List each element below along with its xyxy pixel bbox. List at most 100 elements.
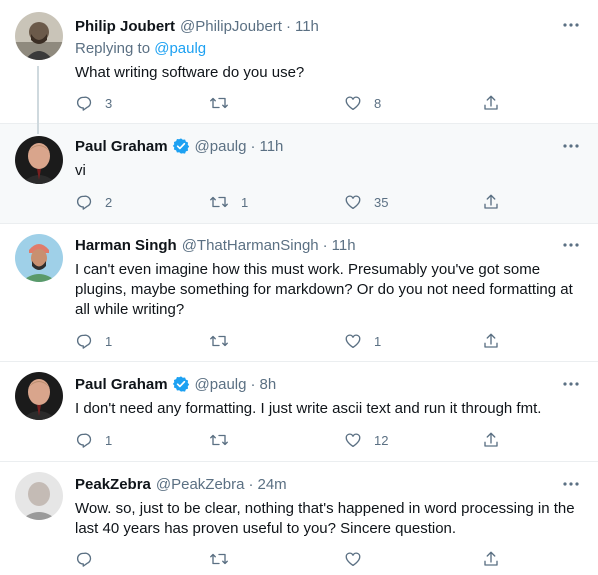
author-name[interactable]: PeakZebra — [75, 476, 151, 493]
author-handle[interactable]: @paulg — [195, 138, 247, 155]
separator-dot: · — [250, 375, 256, 393]
more-icon — [563, 144, 579, 148]
thread-connector-line — [37, 66, 39, 124]
author-name[interactable]: Harman Singh — [75, 237, 177, 254]
author-name[interactable]: Paul Graham — [75, 376, 168, 393]
more-icon — [563, 243, 579, 247]
author-name[interactable]: Philip Joubert — [75, 18, 175, 35]
author-handle[interactable]: @PhilipJoubert — [180, 18, 282, 35]
reply-icon — [77, 334, 92, 349]
verified-badge-icon — [172, 137, 190, 155]
timestamp[interactable]: 24m — [258, 476, 287, 493]
retweet-button[interactable] — [209, 93, 241, 113]
tweet-actions: 1 12 — [75, 430, 498, 450]
tweet[interactable]: Harman Singh @ThatHarmanSingh · 11h I ca… — [0, 224, 598, 362]
reply-icon — [77, 195, 92, 210]
reply-count: 1 — [105, 333, 113, 349]
like-button[interactable]: 12 — [344, 430, 388, 450]
share-icon — [484, 432, 498, 447]
reply-button[interactable]: 3 — [75, 93, 112, 113]
share-button[interactable] — [482, 192, 500, 212]
tweet[interactable]: Paul Graham @paulg · 8h I don't need any… — [0, 362, 598, 462]
heart-icon — [345, 334, 361, 349]
timestamp[interactable]: 11h — [295, 18, 319, 35]
retweet-button[interactable] — [209, 549, 241, 569]
heart-icon — [345, 552, 361, 567]
conversation-thread: Philip Joubert @PhilipJoubert · 11h Repl… — [0, 0, 598, 575]
verified-badge-icon — [172, 375, 190, 393]
replying-to-handle-link[interactable]: @paulg — [154, 40, 206, 57]
timestamp[interactable]: 11h — [259, 138, 283, 155]
more-icon — [563, 382, 579, 386]
share-button[interactable] — [482, 549, 500, 569]
more-icon — [563, 23, 579, 27]
retweet-icon — [210, 434, 228, 446]
tweet-text: vi — [75, 162, 86, 179]
retweet-icon — [210, 335, 228, 347]
like-count: 12 — [374, 432, 389, 448]
more-options-button[interactable] — [562, 238, 580, 252]
author-handle[interactable]: @ThatHarmanSingh — [182, 237, 319, 254]
author-name[interactable]: Paul Graham — [75, 138, 168, 155]
retweet-count: 1 — [241, 194, 249, 210]
retweet-button[interactable]: 1 — [209, 192, 248, 212]
more-options-button[interactable] — [562, 377, 580, 391]
like-count: 35 — [374, 194, 389, 210]
like-count: 1 — [374, 333, 382, 349]
tweet-header: Paul Graham @paulg · 11h — [75, 136, 283, 156]
reply-count: 1 — [105, 432, 113, 448]
share-button[interactable] — [482, 93, 500, 113]
author-handle[interactable]: @PeakZebra — [156, 476, 245, 493]
tweet-actions: 2 1 35 — [75, 192, 498, 212]
avatar[interactable] — [15, 372, 63, 420]
tweet-actions: 3 8 — [75, 93, 498, 113]
replying-to-label: Replying to — [75, 40, 155, 57]
retweet-icon — [210, 196, 228, 208]
tweet-header: Philip Joubert @PhilipJoubert · 11h — [75, 16, 319, 36]
tweet-text: Wow. so, just to be clear, nothing that'… — [75, 500, 575, 537]
tweet[interactable]: PeakZebra @PeakZebra · 24m Wow. so, just… — [0, 462, 598, 575]
reply-button[interactable]: 1 — [75, 331, 112, 351]
like-button[interactable]: 8 — [344, 93, 381, 113]
thread-connector-line — [37, 124, 39, 134]
separator-dot: · — [248, 475, 254, 493]
heart-icon — [345, 433, 361, 448]
share-button[interactable] — [482, 430, 500, 450]
more-options-button[interactable] — [562, 477, 580, 491]
author-handle[interactable]: @paulg — [195, 376, 247, 393]
retweet-icon — [210, 97, 228, 109]
tweet-text: What writing software do you use? — [75, 64, 305, 81]
avatar[interactable] — [15, 472, 63, 520]
avatar[interactable] — [15, 136, 63, 184]
replying-to-line: Replying to @paulg — [75, 40, 206, 57]
separator-dot: · — [322, 236, 328, 254]
share-button[interactable] — [482, 331, 500, 351]
reply-button[interactable]: 1 — [75, 430, 112, 450]
more-options-button[interactable] — [562, 139, 580, 153]
timestamp[interactable]: 8h — [259, 376, 276, 393]
separator-dot: · — [250, 137, 256, 155]
tweet[interactable]: Philip Joubert @PhilipJoubert · 11h Repl… — [0, 0, 598, 124]
tweet-header: Paul Graham @paulg · 8h — [75, 374, 276, 394]
retweet-button[interactable] — [209, 331, 241, 351]
reply-button[interactable] — [75, 549, 105, 569]
avatar[interactable] — [15, 234, 63, 282]
reply-icon — [77, 552, 92, 567]
like-button[interactable]: 1 — [344, 331, 381, 351]
like-button[interactable]: 35 — [344, 192, 388, 212]
tweet-actions — [75, 549, 498, 569]
tweet[interactable]: Paul Graham @paulg · 11h vi 2 1 35 — [0, 124, 598, 224]
avatar[interactable] — [15, 12, 63, 60]
heart-icon — [345, 96, 361, 111]
share-icon — [484, 551, 498, 566]
reply-button[interactable]: 2 — [75, 192, 112, 212]
tweet-header: PeakZebra @PeakZebra · 24m — [75, 474, 287, 494]
more-options-button[interactable] — [562, 18, 580, 32]
separator-dot: · — [285, 17, 291, 35]
retweet-button[interactable] — [209, 430, 241, 450]
timestamp[interactable]: 11h — [332, 237, 356, 254]
like-button[interactable] — [344, 549, 374, 569]
heart-icon — [345, 195, 361, 210]
tweet-text: I can't even imagine how this must work.… — [75, 261, 573, 318]
reply-count: 2 — [105, 194, 113, 210]
